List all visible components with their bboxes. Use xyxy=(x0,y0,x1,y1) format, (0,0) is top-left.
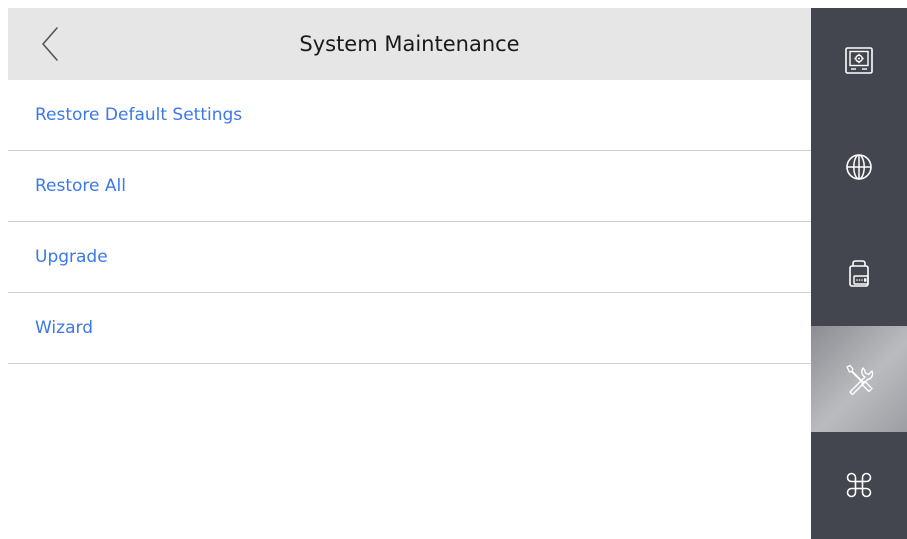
header-bar: System Maintenance xyxy=(8,8,811,80)
device-terminal-icon xyxy=(849,260,869,287)
sidebar-item-device[interactable] xyxy=(811,220,907,326)
chevron-left-icon xyxy=(42,27,58,61)
main-panel: System Maintenance Restore Default Setti… xyxy=(8,8,811,539)
page-title: System Maintenance xyxy=(299,32,520,56)
sidebar-nav xyxy=(811,8,907,539)
device-settings-icon xyxy=(845,47,873,74)
sidebar-item-device-settings[interactable] xyxy=(811,8,907,114)
command-icon xyxy=(846,472,872,498)
menu-item-restore-default-settings[interactable]: Restore Default Settings xyxy=(8,80,811,151)
menu-item-wizard[interactable]: Wizard xyxy=(8,293,811,364)
menu-item-upgrade[interactable]: Upgrade xyxy=(8,222,811,293)
sidebar-item-maintenance[interactable] xyxy=(811,326,907,432)
tools-icon xyxy=(846,364,874,396)
back-button[interactable] xyxy=(30,22,70,66)
globe-icon xyxy=(846,154,872,180)
maintenance-menu: Restore Default Settings Restore All Upg… xyxy=(8,80,811,364)
sidebar-item-network[interactable] xyxy=(811,114,907,220)
sidebar-item-more[interactable] xyxy=(811,432,907,538)
menu-item-restore-all[interactable]: Restore All xyxy=(8,151,811,222)
